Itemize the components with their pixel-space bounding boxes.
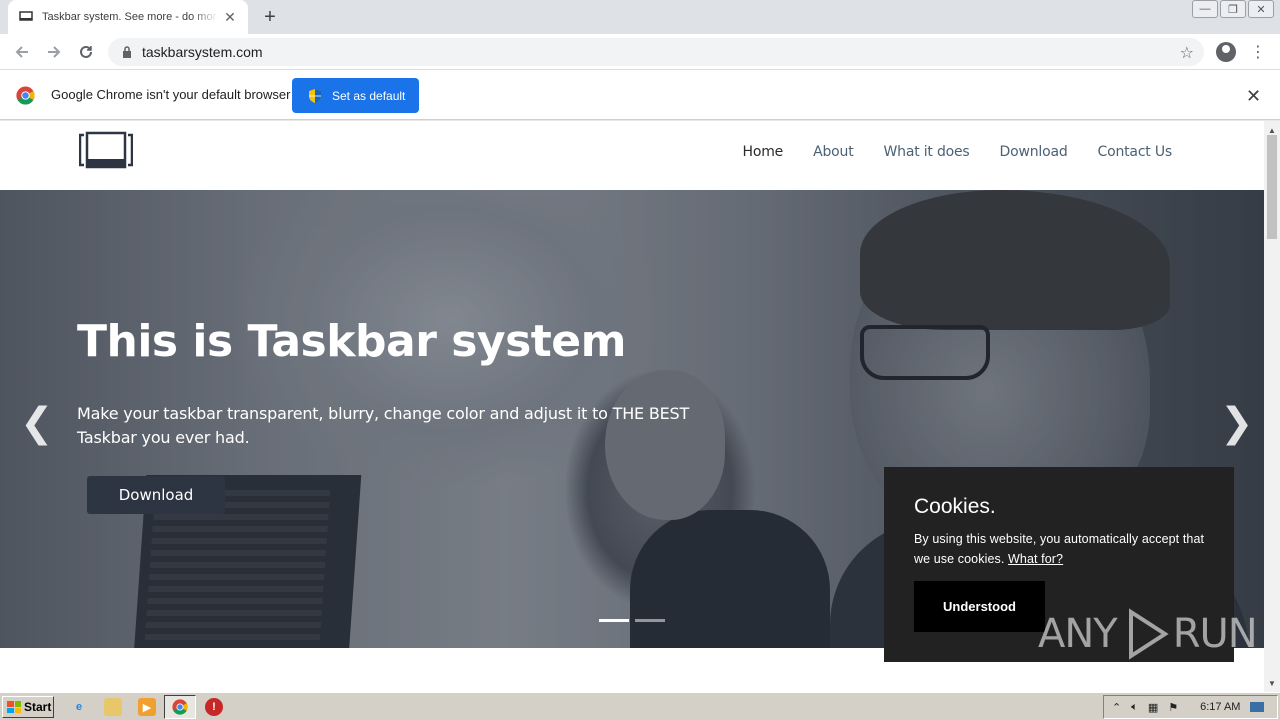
tray-expand-icon[interactable]: ⌃ [1112,701,1121,714]
browser-toolbar: taskbarsystem.com ☆ ⋮ [0,34,1280,70]
bookmark-star-icon[interactable]: ☆ [1180,43,1194,63]
internet-explorer-icon[interactable]: e [70,698,88,716]
nav-contact-us[interactable]: Contact Us [1098,144,1173,160]
hero-download-button[interactable]: Download [87,476,225,514]
cookie-text: By using this website, you automatically… [914,529,1214,569]
new-tab-button[interactable]: + [258,6,282,28]
shield-icon [308,88,322,104]
url-text[interactable]: taskbarsystem.com [142,44,263,60]
volume-icon[interactable]: 🔈︎ [1131,701,1138,714]
monitor-icon [18,9,34,25]
action-center-flag-icon[interactable]: ⚑ [1168,701,1178,714]
carousel-indicators [599,619,665,622]
show-desktop-icon[interactable] [1250,702,1265,712]
hero-title: This is Taskbar system [77,316,627,367]
opera-stop-icon[interactable]: ! [205,698,223,716]
back-arrow-icon[interactable] [10,40,34,64]
taskbar-logo-icon[interactable] [79,131,133,169]
play-triangle-icon [1128,608,1169,660]
page-scrollbar[interactable]: ▲ ▼ [1264,121,1280,692]
nav-download[interactable]: Download [1000,144,1068,160]
anyrun-watermark: ANY RUN [1038,606,1258,662]
scroll-down-icon[interactable]: ▼ [1264,676,1280,690]
tab-strip: Taskbar system. See more - do more ✕ + —… [0,0,1280,34]
start-label: Start [24,700,52,714]
lock-icon[interactable] [120,45,134,59]
windows-flag-icon [7,701,21,713]
nav-home[interactable]: Home [743,144,784,160]
main-nav: Home About What it does Download Contact… [743,144,1173,160]
tab-title: Taskbar system. See more - do more [42,11,218,23]
cookie-understood-button[interactable]: Understood [914,581,1045,632]
profile-avatar-icon[interactable] [1216,42,1236,62]
hero-subtitle: Make your taskbar transparent, blurry, c… [77,404,690,447]
clock[interactable]: 6:17 AM [1200,701,1240,713]
restore-button[interactable]: ❐ [1220,0,1246,18]
cookie-what-for-link[interactable]: What for? [1008,552,1063,566]
nav-about[interactable]: About [813,144,854,160]
nav-what-it-does[interactable]: What it does [884,144,970,160]
tab-close-icon[interactable]: ✕ [222,9,238,25]
set-as-default-label: Set as default [332,88,406,103]
infobar-message: Google Chrome isn't your default browser [51,87,291,102]
carousel-next-icon[interactable]: ❯ [1220,400,1254,446]
start-button[interactable]: Start [2,696,54,718]
carousel-indicator-2[interactable] [635,619,665,622]
cookie-title: Cookies. [914,495,996,518]
carousel-prev-icon[interactable]: ❮ [20,400,54,446]
chrome-logo-icon [16,86,35,105]
site-header: Home About What it does Download Contact… [0,121,1264,190]
watermark-right: RUN [1172,611,1258,657]
close-window-button[interactable]: ✕ [1248,0,1274,18]
set-as-default-button[interactable]: Set as default [292,78,419,113]
menu-kebab-icon[interactable]: ⋮ [1250,42,1266,62]
address-bar[interactable]: taskbarsystem.com ☆ [108,38,1204,66]
reload-icon[interactable] [74,40,98,64]
carousel-indicator-1[interactable] [599,619,629,622]
scroll-thumb[interactable] [1267,135,1277,239]
network-icon[interactable]: ▦ [1148,701,1158,714]
window-controls: — ❐ ✕ [1192,0,1274,18]
chrome-taskbar-icon[interactable] [171,698,189,716]
windows-taskbar: Start e ▶ ! ⌃ 🔈︎ ▦ ⚑ 6:17 AM [0,692,1280,720]
forward-arrow-icon[interactable] [42,40,66,64]
file-explorer-icon[interactable] [104,698,122,716]
system-tray: ⌃ 🔈︎ ▦ ⚑ 6:17 AM [1103,695,1278,719]
browser-tab[interactable]: Taskbar system. See more - do more ✕ [8,0,248,34]
watermark-left: ANY [1038,611,1118,657]
minimize-button[interactable]: — [1192,0,1218,18]
infobar-close-icon[interactable]: ✕ [1246,86,1261,107]
media-player-icon[interactable]: ▶ [138,698,156,716]
default-browser-infobar: Google Chrome isn't your default browser… [0,70,1280,120]
